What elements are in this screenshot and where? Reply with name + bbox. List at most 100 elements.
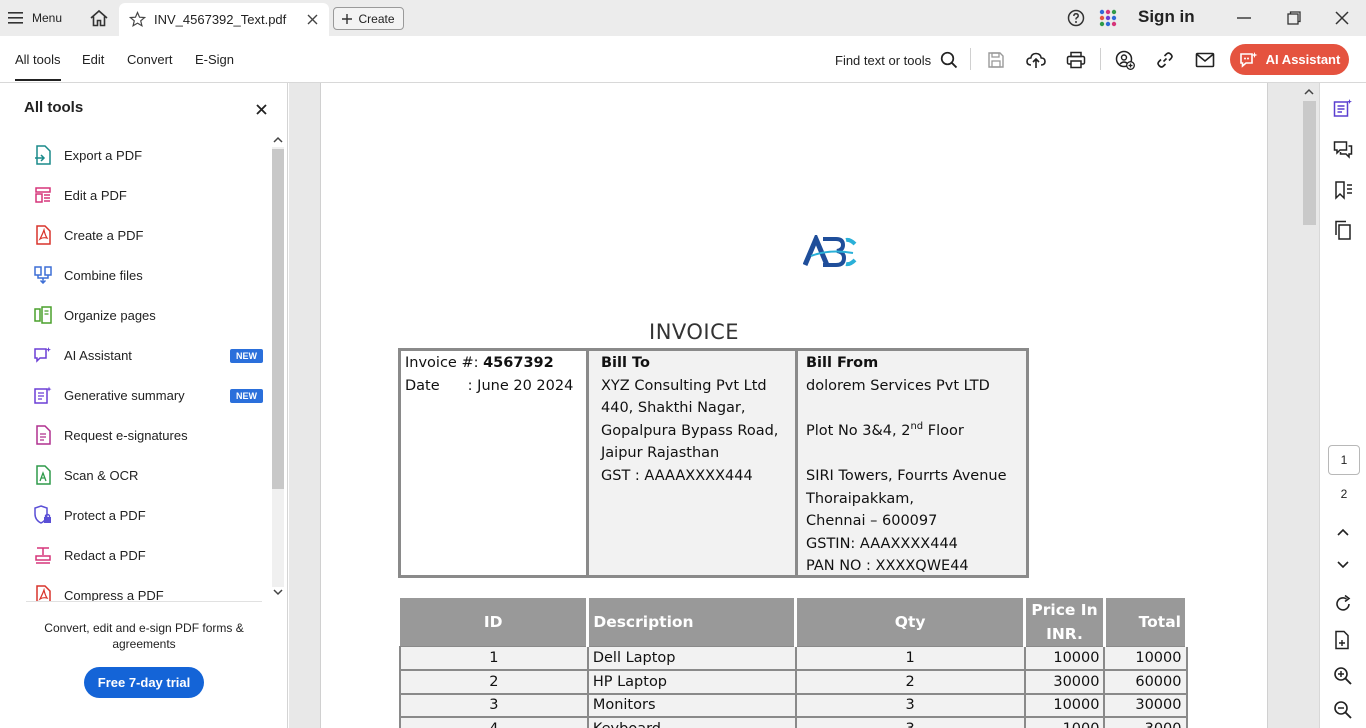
sign-in-link[interactable]: Sign in: [1138, 7, 1195, 27]
help-icon: [1067, 9, 1085, 27]
scrollbar-thumb[interactable]: [272, 149, 284, 489]
plot-superscript: nd: [910, 420, 924, 432]
ai-assistant-label: AI Assistant: [1265, 52, 1341, 67]
free-trial-button[interactable]: Free 7-day trial: [84, 667, 204, 698]
tool-label: Compress a PDF: [64, 587, 164, 602]
request-esignatures-icon: [32, 424, 54, 446]
line-items-table: ID Description Qty Price In INR. Total 1…: [399, 598, 1189, 728]
search-icon: [940, 51, 958, 69]
find-text-or-tools[interactable]: Find text or tools: [835, 51, 958, 69]
plot-text: Plot No 3&4, 2: [806, 422, 911, 439]
tab-all-tools[interactable]: All tools: [15, 52, 61, 81]
previous-page-icon[interactable]: [1332, 521, 1354, 543]
close-window-button[interactable]: [1330, 6, 1354, 30]
invoice-info-cell: Invoice #: 4567392 Date: June 20 2024: [401, 351, 589, 575]
plot-suffix: Floor: [923, 422, 964, 439]
find-label: Find text or tools: [835, 52, 932, 68]
close-icon: [1335, 11, 1349, 25]
email-button[interactable]: [1193, 48, 1217, 72]
page-fit-icon[interactable]: [1332, 629, 1354, 651]
compress-pdf-icon: [32, 584, 54, 601]
bill-from-heading: Bill From: [806, 355, 879, 371]
date-value: : June 20 2024: [467, 377, 574, 394]
tool-scan-ocr[interactable]: Scan & OCR: [24, 455, 270, 495]
bookmarks-icon[interactable]: [1332, 179, 1354, 201]
cell-price: 30000: [1023, 669, 1106, 695]
tool-compress-pdf[interactable]: Compress a PDF: [24, 575, 270, 601]
print-button[interactable]: [1064, 48, 1088, 72]
menu-button[interactable]: Menu: [8, 7, 62, 29]
tool-request-esignatures[interactable]: Request e-signatures: [24, 415, 270, 455]
current-page-input[interactable]: 1: [1328, 445, 1360, 475]
tool-label: Redact a PDF: [64, 547, 146, 563]
minimize-button[interactable]: [1232, 6, 1256, 30]
upload-button[interactable]: [1024, 48, 1048, 72]
comments-icon[interactable]: [1332, 139, 1354, 161]
tool-redact-pdf[interactable]: Redact a PDF: [24, 535, 270, 575]
tool-label: Export a PDF: [64, 147, 143, 163]
document-viewer[interactable]: INVOICE Invoice #: 4567392 Date: June 20…: [289, 83, 1319, 728]
ai-assistant-button[interactable]: AI Assistant: [1230, 44, 1349, 75]
export-pdf-icon: [32, 144, 54, 166]
cell-total: 30000: [1103, 693, 1188, 719]
cloud-upload-icon: [1026, 52, 1046, 68]
panel-close-icon[interactable]: [253, 101, 269, 117]
scroll-down-icon[interactable]: [273, 587, 283, 597]
tool-export-pdf[interactable]: Export a PDF: [24, 135, 270, 175]
scroll-up-icon[interactable]: [1304, 87, 1314, 97]
share-people-button[interactable]: [1113, 48, 1137, 72]
tool-label: Create a PDF: [64, 227, 144, 243]
organize-pages-icon: [32, 304, 54, 326]
invoice-number: 4567392: [483, 355, 554, 371]
scan-ocr-icon: [32, 464, 54, 486]
bill-to-line: Jaipur Rajasthan: [601, 445, 720, 462]
create-button[interactable]: Create: [333, 7, 404, 30]
bill-from-line: PAN NO : XXXXQWE44: [806, 558, 969, 575]
cell-id: 4: [399, 716, 589, 728]
star-icon[interactable]: [129, 11, 146, 28]
home-button[interactable]: [86, 6, 112, 30]
tool-create-pdf[interactable]: Create a PDF: [24, 215, 270, 255]
document-tab[interactable]: INV_4567392_Text.pdf: [119, 3, 329, 36]
copy-link-button[interactable]: [1153, 48, 1177, 72]
tool-edit-pdf[interactable]: Edit a PDF: [24, 175, 270, 215]
new-badge: NEW: [230, 349, 263, 363]
date-label: Date: [405, 377, 440, 394]
zoom-in-icon[interactable]: [1332, 665, 1354, 687]
table-header-row: ID Description Qty Price In INR. Total: [400, 598, 1189, 647]
tab-esign[interactable]: E-Sign: [195, 52, 234, 67]
tab-close-icon[interactable]: [301, 9, 323, 31]
rotate-icon[interactable]: [1332, 593, 1354, 615]
create-pdf-icon: [32, 224, 54, 246]
save-button[interactable]: [984, 48, 1008, 72]
tool-ai-assistant[interactable]: AI Assistant NEW: [24, 335, 270, 375]
scrollbar-thumb[interactable]: [1303, 101, 1316, 225]
next-page-icon[interactable]: [1332, 554, 1354, 576]
help-button[interactable]: [1064, 6, 1088, 30]
tool-label: Generative summary: [64, 387, 185, 403]
generative-summary-icon[interactable]: [1332, 97, 1354, 119]
tool-label: Request e-signatures: [64, 427, 188, 443]
header-id: ID: [400, 598, 590, 647]
abc-logo: [803, 235, 857, 267]
restore-button[interactable]: [1282, 6, 1306, 30]
header-qty: Qty: [795, 598, 1027, 647]
tab-convert[interactable]: Convert: [127, 52, 173, 67]
combine-files-icon: [32, 264, 54, 286]
hamburger-icon: [8, 12, 23, 24]
apps-button[interactable]: [1096, 6, 1120, 30]
scroll-up-icon[interactable]: [273, 135, 283, 145]
tool-protect-pdf[interactable]: Protect a PDF: [24, 495, 270, 535]
document-scrollbar[interactable]: [1300, 83, 1318, 728]
cell-total: 3000: [1103, 716, 1188, 728]
tool-organize-pages[interactable]: Organize pages: [24, 295, 270, 335]
tab-edit[interactable]: Edit: [82, 52, 104, 67]
zoom-out-icon[interactable]: [1332, 699, 1354, 721]
tool-generative-summary[interactable]: Generative summary NEW: [24, 375, 270, 415]
bill-from-cell: Bill From dolorem Services Pvt LTD Plot …: [798, 351, 1026, 575]
page-thumbnails-icon[interactable]: [1332, 219, 1354, 241]
printer-icon: [1066, 51, 1086, 69]
tool-combine-files[interactable]: Combine files: [24, 255, 270, 295]
cell-description: HP Laptop: [586, 669, 797, 695]
tool-list-scrollbar[interactable]: [270, 133, 286, 601]
